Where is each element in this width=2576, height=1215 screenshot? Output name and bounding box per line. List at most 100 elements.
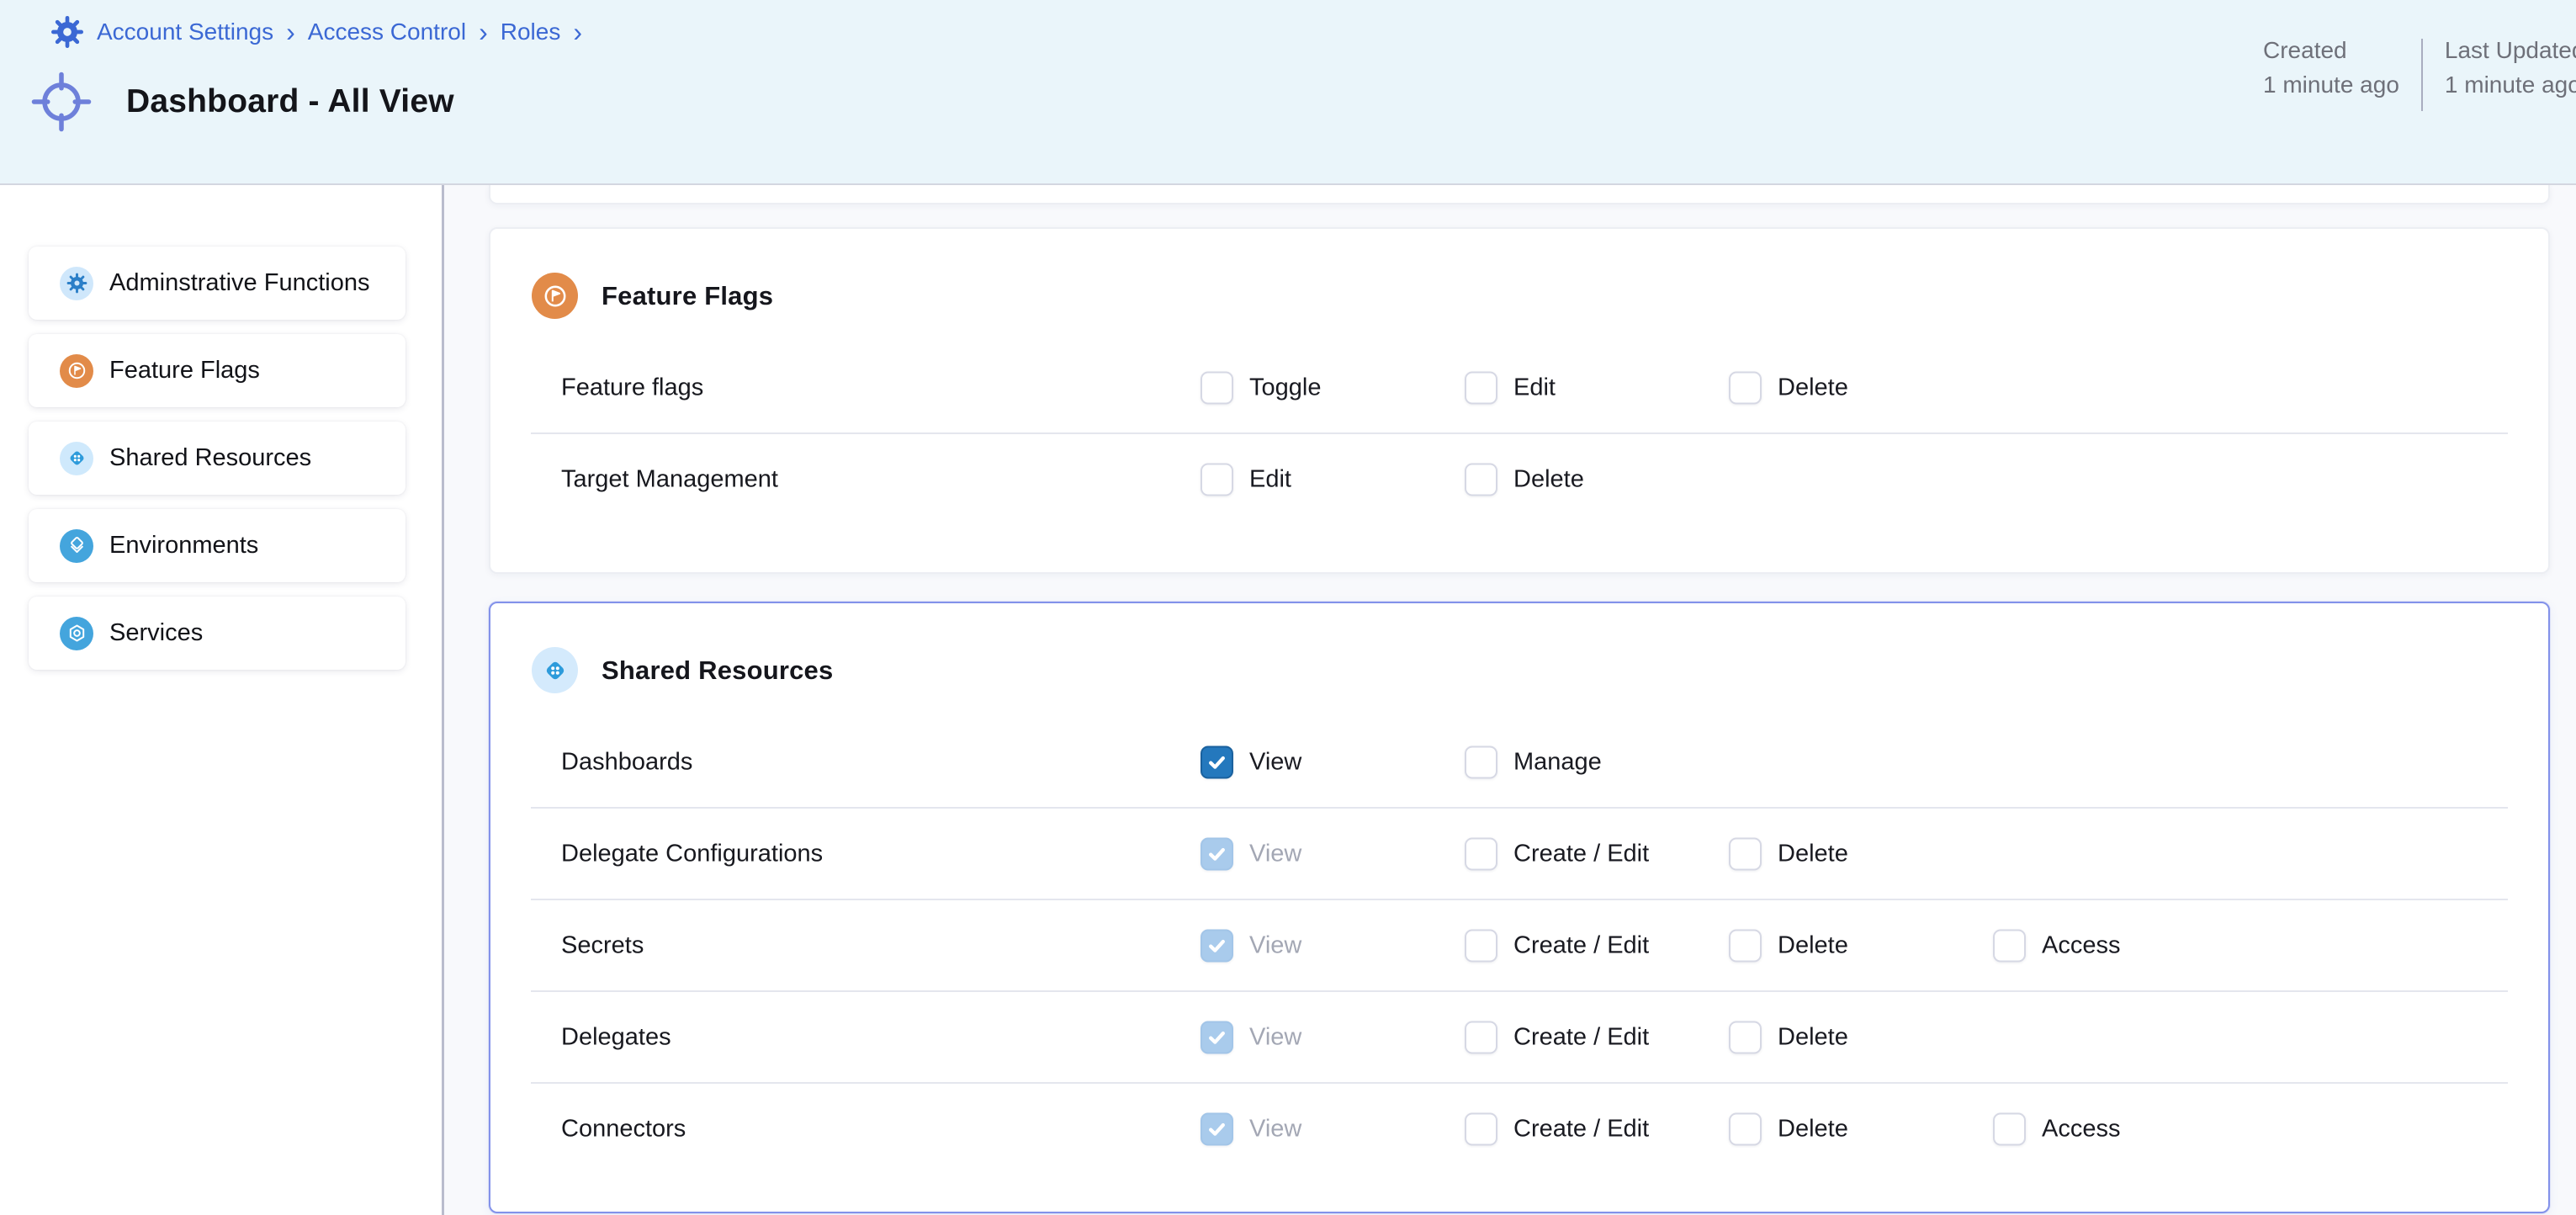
checkbox-create-edit[interactable] (1465, 929, 1497, 962)
checkbox-toggle[interactable] (1201, 371, 1233, 404)
permission-label: Edit (1513, 374, 1556, 401)
permission-label: Create / Edit (1513, 840, 1649, 867)
title-row: Dashboard - All View (29, 69, 454, 135)
permission-view: View (1201, 1021, 1301, 1053)
permission-label: Access (2042, 931, 2120, 959)
permission-label: Delete (1513, 465, 1584, 493)
permission-row-feature-flags: Feature flags Toggle Edit Delete (531, 342, 2508, 432)
checkbox-create-edit[interactable] (1465, 837, 1497, 870)
permission-access: Access (1993, 1112, 2120, 1145)
last-updated-label: Last Updated (2445, 37, 2576, 64)
shared-icon (532, 647, 578, 693)
resource-label: Connectors (561, 1115, 686, 1143)
gear-icon (60, 267, 93, 300)
permission-edit: Edit (1465, 371, 1556, 404)
permission-toggle: Toggle (1201, 371, 1321, 404)
checkbox-view[interactable] (1201, 745, 1233, 778)
permission-manage: Manage (1465, 745, 1602, 778)
last-updated-meta: Last Updated 1 minute ago (2445, 37, 2576, 111)
permission-label: Create / Edit (1513, 931, 1649, 959)
permission-create-edit: Create / Edit (1465, 1112, 1649, 1145)
sidebar-item-environments[interactable]: Environments (29, 509, 405, 582)
created-label: Created (2263, 37, 2399, 64)
permission-label: View (1249, 931, 1301, 959)
permission-delete: Delete (1729, 837, 1848, 870)
permission-view: View (1201, 745, 1301, 778)
permission-label: Edit (1249, 465, 1291, 493)
permission-label: Toggle (1249, 374, 1321, 401)
sidebar-item-label: Shared Resources (109, 444, 311, 472)
sidebar-item-shared-resources[interactable]: Shared Resources (29, 422, 405, 495)
checkbox-delete[interactable] (1729, 1021, 1762, 1053)
permission-row-delegate-configurations: Delegate ConfigurationsViewCreate / Edit… (531, 807, 2508, 899)
checkbox-delete[interactable] (1729, 1112, 1762, 1145)
permission-label: View (1249, 1115, 1301, 1143)
body: Adminstrative Functions Feature Flags Shar… (0, 185, 2576, 1215)
card-title: Shared Resources (602, 655, 833, 686)
permission-card-feature-flags: Feature Flags Feature flags Toggle Edit Dele… (489, 227, 2550, 574)
checkbox-access[interactable] (1993, 1112, 2026, 1145)
meta-panel: Created 1 minute ago Last Updated 1 minu… (2263, 37, 2576, 111)
breadcrumb-item-account-settings[interactable]: Account Settings (97, 19, 273, 45)
permission-row-delegates: DelegatesViewCreate / EditDelete (531, 990, 2508, 1082)
checkbox-create-edit[interactable] (1465, 1112, 1497, 1145)
hexagon-icon (60, 617, 93, 650)
header: Account Settings›Access Control›Roles› D… (0, 0, 2576, 185)
sidebar-item-adminstrative-functions[interactable]: Adminstrative Functions (29, 247, 405, 320)
permission-label: Create / Edit (1513, 1115, 1649, 1143)
checkbox-edit[interactable] (1201, 463, 1233, 496)
checkbox-delete[interactable] (1729, 929, 1762, 962)
sidebar-item-label: Adminstrative Functions (109, 269, 369, 297)
meta-divider (2421, 39, 2423, 111)
breadcrumb-chevron-icon: › (573, 20, 582, 44)
permission-rows: DashboardsViewManageDelegate Configurati… (531, 717, 2508, 1174)
permission-delete: Delete (1729, 1112, 1848, 1145)
permission-row-target-management: Target Management Edit Delete (531, 432, 2508, 524)
permission-row-secrets: SecretsViewCreate / EditDeleteAccess (531, 899, 2508, 990)
permission-label: Delete (1778, 840, 1848, 867)
permission-label: View (1249, 1023, 1301, 1051)
created-meta: Created 1 minute ago (2263, 37, 2399, 111)
partial-card (489, 185, 2550, 204)
resource-label: Target Management (561, 465, 778, 493)
permission-label: View (1249, 748, 1301, 776)
sidebar-item-feature-flags[interactable]: Feature Flags (29, 334, 405, 407)
last-updated-value: 1 minute ago (2445, 72, 2576, 98)
permission-view: View (1201, 929, 1301, 962)
permission-rows: Feature flagsToggleEditDeleteTarget Mana… (531, 342, 2508, 524)
sidebar-item-services[interactable]: Services (29, 597, 405, 670)
resource-label: Feature flags (561, 374, 703, 401)
checkbox-view[interactable] (1201, 837, 1233, 870)
resource-label: Delegates (561, 1023, 671, 1051)
flag-icon (532, 273, 578, 319)
permission-delete: Delete (1729, 371, 1848, 404)
checkbox-edit[interactable] (1465, 371, 1497, 404)
permission-view: View (1201, 1112, 1301, 1145)
permission-edit: Edit (1201, 463, 1291, 496)
permission-label: Delete (1778, 931, 1848, 959)
breadcrumb-item-access-control[interactable]: Access Control (308, 19, 466, 45)
checkbox-access[interactable] (1993, 929, 2026, 962)
checkbox-view[interactable] (1201, 1112, 1233, 1145)
checkbox-view[interactable] (1201, 929, 1233, 962)
breadcrumb-chevron-icon: › (286, 20, 295, 44)
checkbox-delete[interactable] (1729, 837, 1762, 870)
created-value: 1 minute ago (2263, 72, 2399, 98)
breadcrumb-item-roles[interactable]: Roles (501, 19, 561, 45)
permission-delete: Delete (1465, 463, 1584, 496)
checkbox-manage[interactable] (1465, 745, 1497, 778)
permission-access: Access (1993, 929, 2120, 962)
dashboard-crosshair-icon (29, 69, 94, 135)
page: Account Settings›Access Control›Roles› D… (0, 0, 2576, 1215)
permission-label: View (1249, 840, 1301, 867)
resource-group-sidebar: Adminstrative Functions Feature Flags Shar… (0, 185, 444, 1215)
flag-icon (60, 354, 93, 388)
checkbox-delete[interactable] (1729, 371, 1762, 404)
permission-create-edit: Create / Edit (1465, 1021, 1649, 1053)
permission-card-shared-resources: Shared ResourcesDashboardsViewManageDele… (489, 602, 2550, 1213)
checkbox-create-edit[interactable] (1465, 1021, 1497, 1053)
checkbox-view[interactable] (1201, 1021, 1233, 1053)
main-content: Feature Flags Feature flags Toggle Edit Dele… (444, 185, 2576, 1215)
card-header: Feature Flags (490, 229, 2548, 319)
checkbox-delete[interactable] (1465, 463, 1497, 496)
